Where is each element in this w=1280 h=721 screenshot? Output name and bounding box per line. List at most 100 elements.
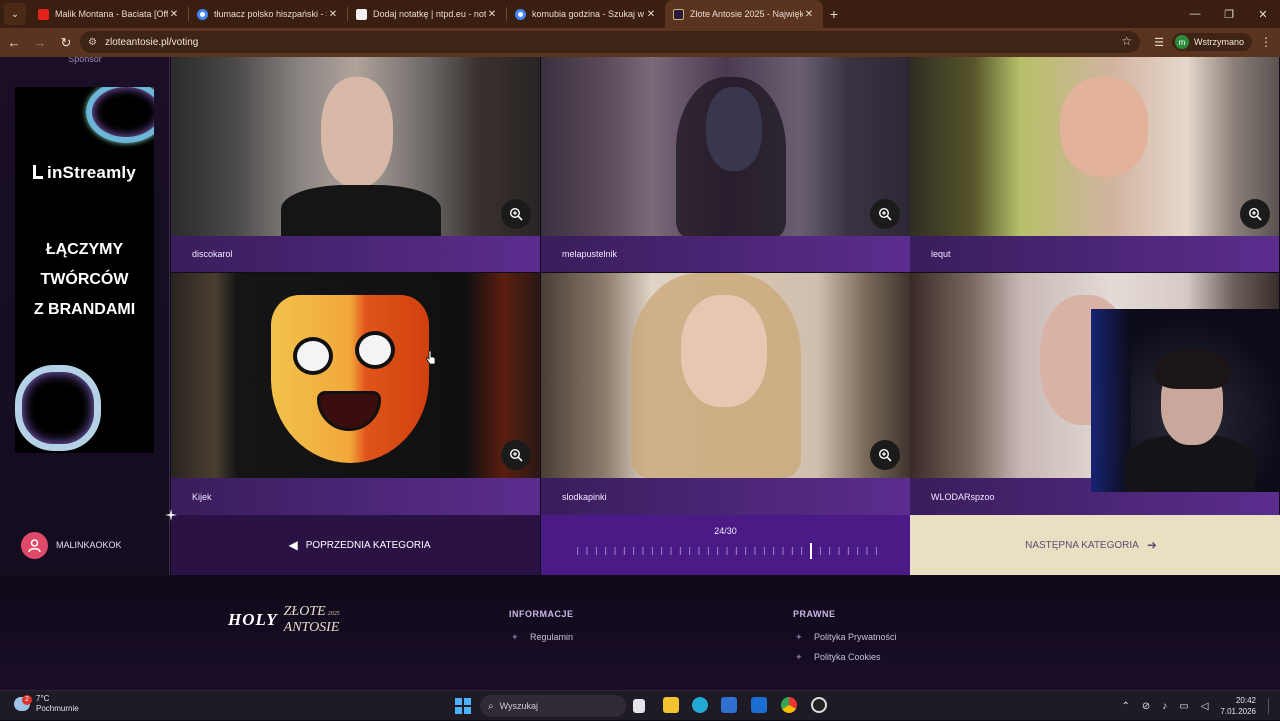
close-icon[interactable]: ✕ [803,9,815,20]
footer-link[interactable]: ✦ Polityka Prywatności [795,632,897,642]
face-shape [681,295,767,407]
bookmark-star-icon[interactable]: ☆ [1121,34,1132,48]
footer-logo[interactable]: HOLY ZŁOTE 2025 ANTOSIE [228,605,340,635]
weather-temp: 7°C [36,694,50,703]
profile-avatar: m [1174,35,1189,49]
notifications-icon[interactable] [1268,698,1276,714]
cloud-icon: 2 [14,695,32,711]
face-shape [1060,77,1148,177]
category-navigation: MALINKAOKOK ◀ POPRZEDNIA KATEGORIA 24/30… [0,515,1280,575]
sponsor-label: Sponsor [68,57,102,64]
nominee-name: lequt [931,249,951,259]
tab-2[interactable]: Dodaj notatkę | ntpd.eu - notat ✕ [348,0,506,28]
nominee-card[interactable]: discokarol [171,57,540,272]
zoom-button[interactable] [870,199,900,229]
zoom-in-icon [509,207,523,221]
display-icon[interactable]: ▭ [1179,701,1188,712]
profile-button[interactable]: m Wstrzymano [1171,33,1252,51]
microphone-icon[interactable]: ♪ [1162,701,1167,712]
sponsor-ad[interactable]: inStreamly ŁĄCZYMY TWÓRCÓW Z BRANDAMI [15,87,154,453]
zoom-in-icon [1248,207,1262,221]
close-icon[interactable]: ✕ [486,9,498,20]
next-category-button[interactable]: NASTĘPNA KATEGORIA ➜ [910,515,1280,575]
close-icon[interactable]: ✕ [168,9,180,20]
sparkle-bullet-icon: ✦ [511,632,519,642]
app-icon[interactable] [811,697,827,713]
close-icon[interactable]: ✕ [327,9,339,20]
arrow-right-icon: ➜ [1146,538,1157,552]
nominee-card[interactable]: melapustelnik [541,57,910,272]
address-bar[interactable]: ⚙ zloteantosie.pl/voting ☆ [80,31,1140,53]
zoom-button[interactable] [501,440,531,470]
chevron-down-icon: ⌄ [10,8,20,20]
tab-3[interactable]: komubia godzina - Szukaj w Go ✕ [507,0,665,28]
menu-kebab-icon[interactable]: ⋮ [1260,35,1272,49]
restore-icon[interactable]: ❐ [1212,0,1246,28]
footer-info-heading: INFORMACJE [509,609,574,619]
edge-icon[interactable] [692,697,708,713]
progress-ticks [577,543,877,559]
nominee-card[interactable]: Kijek [171,273,540,515]
footer-link[interactable]: ✦ Regulamin [511,632,574,642]
zoom-button[interactable] [1240,199,1270,229]
file-explorer-icon[interactable] [663,697,679,713]
site-footer: HOLY ZŁOTE 2025 ANTOSIE INFORMACJE ✦ Regu… [0,575,1280,690]
hair-shape [676,77,786,237]
weather-widget[interactable]: 2 7°C Pochmurnie [14,694,79,714]
volume-icon[interactable]: ◁ [1201,701,1209,712]
google-favicon-icon [197,8,208,20]
tab-0[interactable]: Malik Montana - Baciata [Offici ✕ [30,0,188,28]
back-icon[interactable]: ← [2,31,26,55]
weather-desc: Pochmurnie [36,704,79,713]
nominee-photo [171,273,540,478]
user-profile[interactable]: MALINKAOKOK [0,515,170,575]
task-view-icon[interactable] [633,699,645,713]
footer-legal-column: PRAWNE ✦ Polityka Prywatności ✦ Polityka… [793,609,897,672]
nominee-name: melapustelnik [562,249,618,259]
mascot-eye [355,331,395,369]
zoom-button[interactable] [501,199,531,229]
taskbar-search[interactable]: ⌕ Wyszukaj [480,695,626,717]
new-tab-button[interactable]: + [823,6,845,22]
footer-link[interactable]: ✦ Polityka Cookies [795,652,897,662]
arrow-left-icon: ◀ [288,538,298,552]
previous-category-button[interactable]: ◀ POPRZEDNIA KATEGORIA [171,515,540,575]
tab-4-active[interactable]: Złote Antosie 2025 - Największ ✕ [665,0,823,28]
nominee-card[interactable]: slodkapinki [541,273,910,515]
start-button-icon[interactable] [455,698,471,714]
footer-info-column: INFORMACJE ✦ Regulamin [509,609,574,652]
outlook-icon[interactable] [751,697,767,713]
network-off-icon[interactable]: ⊘ [1142,701,1150,712]
google-favicon-icon [515,8,526,20]
url-text: zloteantosie.pl/voting [104,36,199,48]
profile-status: Wstrzymano [1193,37,1244,47]
category-progress: 24/30 [541,515,910,575]
reload-icon[interactable]: ↻ [54,31,78,55]
progress-counter: 24/30 [714,526,737,536]
clock[interactable]: 20:42 7.01.2026 [1220,695,1256,717]
mascot-shape [271,295,429,463]
tab-1[interactable]: tłumacz polsko hiszpański - Sz ✕ [189,0,347,28]
chevron-up-icon[interactable]: ⌃ [1121,701,1129,712]
nominee-card[interactable]: lequt [910,57,1279,272]
chrome-icon[interactable] [781,697,797,713]
chrome-blob-graphic [15,365,101,451]
zoom-button[interactable] [870,440,900,470]
close-window-icon[interactable]: ✕ [1246,0,1280,28]
nominee-name: WLODARspzoo [931,491,995,502]
forward-icon[interactable]: → [28,31,52,55]
store-icon[interactable] [721,697,737,713]
close-icon[interactable]: ✕ [645,9,657,20]
footer-legal-heading: PRAWNE [793,609,836,619]
minimize-icon[interactable]: — [1178,0,1212,28]
chrome-blob-graphic [86,87,154,143]
address-toolbar: ← → ↻ ⚙ zloteantosie.pl/voting ☆ ☰ m Wst… [0,28,1280,57]
reading-list-icon[interactable]: ☰ [1154,36,1164,49]
site-info-icon[interactable]: ⚙ [88,37,97,48]
webcam-overlay [1091,309,1280,492]
search-icon: ⌕ [488,700,494,712]
sparkle-bullet-icon: ✦ [795,652,803,662]
zoom-in-icon [509,448,523,462]
tab-search-button[interactable]: ⌄ [4,3,26,25]
hand-cursor-icon [426,350,436,365]
